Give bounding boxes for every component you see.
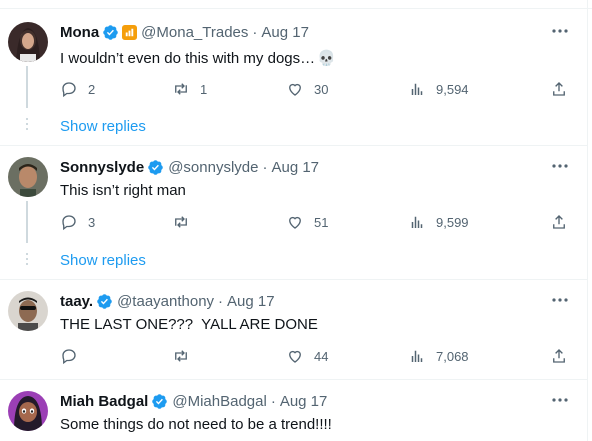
share-icon: [553, 349, 565, 363]
repost-button[interactable]: [172, 346, 200, 366]
heart-icon: [289, 216, 301, 229]
view-count: 9,599: [436, 214, 469, 230]
action-bar: 3 51 9,599: [52, 212, 572, 232]
like-count: 44: [314, 348, 329, 364]
views-icon: [411, 83, 423, 95]
share-icon: [553, 82, 565, 96]
repost-count: 1: [200, 81, 208, 97]
share-button[interactable]: [550, 212, 568, 232]
views-icon: [411, 350, 423, 362]
tweet-text: I wouldn’t even do this with my dogs… 💀: [60, 47, 336, 69]
separator-dot: ·: [270, 392, 276, 410]
tweet-date[interactable]: Aug 17: [227, 293, 275, 310]
like-count: 30: [314, 81, 329, 97]
user-handle[interactable]: @taayanthony: [117, 293, 214, 310]
show-replies-link[interactable]: Show replies: [60, 118, 146, 135]
user-handle[interactable]: @Mona_Trades: [141, 24, 248, 41]
repost-icon: [175, 83, 187, 95]
heart-icon: [289, 83, 301, 96]
verified-badge-icon: [103, 24, 118, 40]
tweet-header: taay. @taayanthony · Aug 17: [60, 291, 275, 311]
like-count: 51: [314, 214, 329, 230]
reply-button[interactable]: 2: [60, 79, 95, 99]
action-bar: 44 7,068: [52, 346, 572, 366]
reply-count: 2: [88, 81, 96, 97]
repost-icon: [175, 350, 187, 362]
share-icon: [553, 215, 565, 229]
thread-line: [26, 201, 28, 243]
verified-badge-icon: [97, 293, 112, 309]
reply-icon: [62, 82, 76, 98]
tweet-date[interactable]: Aug 17: [271, 159, 319, 176]
view-count: 9,594: [436, 81, 469, 97]
tweet-text: THE LAST ONE??? YALL ARE DONE: [60, 314, 318, 334]
tweet-date[interactable]: Aug 17: [280, 393, 328, 410]
views-button[interactable]: 9,594: [408, 79, 469, 99]
verified-badge-icon: [152, 393, 168, 409]
separator-dot: ·: [252, 23, 258, 41]
like-button[interactable]: 51: [286, 212, 328, 232]
separator-dot: ·: [218, 292, 224, 310]
avatar[interactable]: [8, 157, 48, 197]
views-icon: [411, 216, 423, 228]
right-border: [587, 0, 588, 441]
display-name[interactable]: Mona: [60, 24, 99, 41]
tweet-date[interactable]: Aug 17: [261, 24, 309, 41]
skull-emoji: 💀: [317, 50, 336, 67]
repost-icon: [175, 216, 187, 228]
views-button[interactable]: 9,599: [408, 212, 469, 232]
show-replies-link[interactable]: Show replies: [60, 252, 146, 269]
repost-button[interactable]: 1: [172, 79, 207, 99]
tweet-text: This isn’t right man: [60, 180, 186, 200]
thread-line: [26, 66, 28, 108]
thread-dots: [26, 118, 28, 133]
divider: [0, 379, 588, 380]
reply-count: 3: [88, 214, 96, 230]
tweet-text-content: THE LAST ONE??? YALL ARE DONE: [60, 315, 318, 333]
verified-badge-icon: [148, 159, 163, 175]
reply-button[interactable]: [60, 346, 88, 366]
thread-dots: [26, 253, 28, 268]
tweet-text-content: Some things do not need to be a trend!!!…: [60, 415, 332, 433]
reply-icon: [62, 215, 76, 231]
more-options-icon[interactable]: [550, 24, 570, 38]
avatar[interactable]: [8, 391, 48, 431]
tweet-header: Mona @Mona_Trades · Aug 17: [60, 22, 309, 42]
tweet-header: Sonnyslyde @sonnyslyde · Aug 17: [60, 157, 319, 177]
top-divider: [0, 0, 592, 9]
more-options-icon[interactable]: [550, 393, 570, 407]
user-handle[interactable]: @sonnyslyde: [168, 159, 258, 176]
heart-icon: [289, 350, 301, 363]
display-name[interactable]: taay.: [60, 293, 93, 310]
more-options-icon[interactable]: [550, 159, 570, 173]
reply-icon: [62, 349, 76, 365]
share-button[interactable]: [550, 79, 568, 99]
display-name[interactable]: Sonnyslyde: [60, 159, 144, 176]
tweet-text-content: I wouldn’t even do this with my dogs…: [60, 49, 316, 67]
action-bar: 2 1 30 9,594: [52, 79, 572, 99]
tweet-text: Some things do not need to be a trend!!!…: [60, 414, 332, 434]
views-button[interactable]: 7,068: [408, 346, 469, 366]
brand-badge-icon: [122, 24, 138, 40]
more-options-icon[interactable]: [550, 293, 570, 307]
tweet-text-content: This isn’t right man: [60, 181, 186, 199]
like-button[interactable]: 30: [286, 79, 328, 99]
separator-dot: ·: [262, 158, 268, 176]
view-count: 7,068: [436, 348, 469, 364]
share-button[interactable]: [550, 346, 568, 366]
divider: [0, 279, 588, 280]
like-button[interactable]: 44: [286, 346, 328, 366]
avatar[interactable]: [8, 291, 48, 331]
avatar[interactable]: [8, 22, 48, 62]
user-handle[interactable]: @MiahBadgal: [172, 393, 266, 410]
divider: [0, 145, 588, 146]
reply-button[interactable]: 3: [60, 212, 95, 232]
tweet-header: Miah Badgal @MiahBadgal · Aug 17: [60, 391, 327, 411]
display-name[interactable]: Miah Badgal: [60, 393, 148, 410]
repost-button[interactable]: [172, 212, 200, 232]
